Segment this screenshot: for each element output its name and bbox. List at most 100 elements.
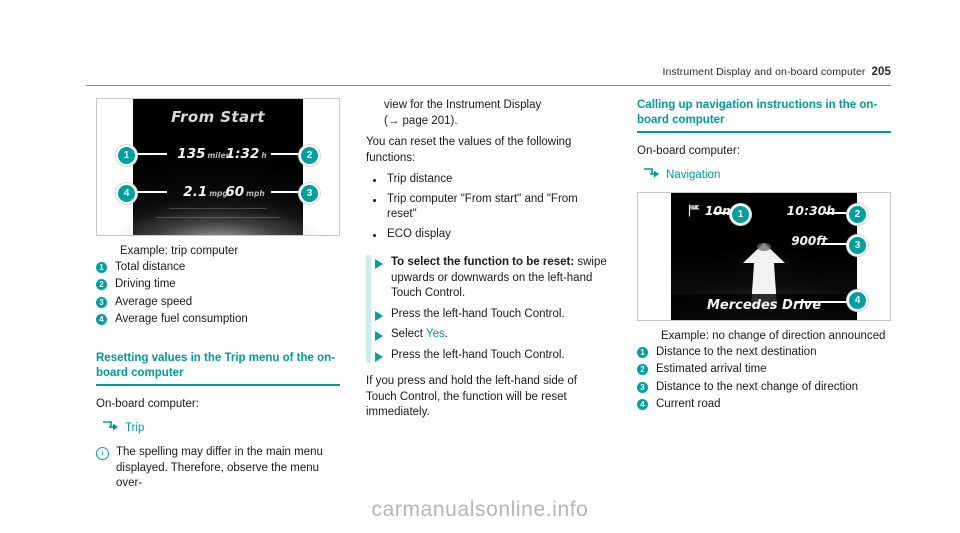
- step-bold-1: To select the function to be reset:: [391, 256, 575, 268]
- manual-page: Instrument Display and on-board computer…: [0, 0, 960, 533]
- steps-accent-bar: [366, 255, 371, 363]
- nav-legend-label-3: Distance to the next change of direction: [656, 380, 859, 393]
- legend-badge-3: 3: [96, 296, 107, 308]
- legend-item: 4 Average fuel consumption: [96, 312, 340, 327]
- step-tail-3: .: [444, 328, 448, 340]
- nav-legend-label-2: Estimated arrival time: [656, 363, 767, 376]
- heading-underline: [637, 131, 891, 133]
- onboard-computer-intro-right: On-board computer:: [637, 144, 740, 157]
- bullet-icon: [373, 179, 376, 182]
- legend-item: 2 Estimated arrival time: [637, 362, 891, 377]
- step-accent-3: Yes: [425, 328, 445, 340]
- list-item: Trip distance: [366, 172, 610, 188]
- bullet-icon: [373, 233, 376, 237]
- menu-arrow-icon: [102, 419, 119, 437]
- menu-path-navigation[interactable]: Navigation: [643, 166, 891, 184]
- onboard-computer-intro-left: On-board computer:: [96, 397, 199, 410]
- header-divider: [86, 85, 891, 86]
- nav-distance-next-turn: 900ft: [791, 234, 828, 249]
- info-icon: i: [96, 447, 109, 461]
- nav-arrival-time: 10:30h: [786, 203, 836, 219]
- legend-label-1: Total distance: [115, 260, 186, 273]
- continued-note-line2: (→ page 201).: [384, 114, 458, 127]
- step-rest-3: Select: [391, 328, 426, 340]
- reset-steps-list: To select the function to be reset: swip…: [366, 255, 610, 363]
- legend-badge-4: 4: [96, 314, 107, 325]
- nav-legend-badge-4: 4: [637, 399, 648, 411]
- legend-item: 3 Average speed: [96, 295, 340, 310]
- trip-driving-time-value: 1:32: [225, 146, 260, 162]
- navigation-instructions-heading: Calling up navigation instructions in th…: [637, 99, 878, 126]
- heading-underline: [96, 384, 340, 386]
- header-title: Instrument Display and on-board computer: [662, 66, 866, 78]
- menu-path-trip[interactable]: Trip: [102, 419, 340, 437]
- nav-callout-1: 1: [730, 204, 751, 226]
- trip-driving-time-unit: h: [261, 151, 267, 160]
- bullet-label-3: ECO display: [387, 227, 451, 240]
- spelling-note: i The spelling may differ in the main me…: [96, 445, 340, 492]
- nav-callout-4: 4: [847, 290, 868, 312]
- right-column: Calling up navigation instructions in th…: [637, 98, 891, 412]
- step-item: Select Yes.: [366, 327, 610, 343]
- step-arrow-icon: [375, 259, 383, 269]
- legend-label-2: Driving time: [115, 278, 176, 290]
- resetting-values-heading: Resetting values in the Trip menu of the…: [96, 352, 335, 379]
- nav-legend-label-1: Distance to the next destination: [656, 345, 817, 358]
- reset-intro-text: You can reset the values of the followin…: [366, 136, 572, 164]
- page-header: Instrument Display and on-board computer…: [86, 66, 891, 78]
- spelling-note-text: The spelling may differ in the main menu…: [116, 446, 323, 490]
- legend-label-3: Average speed: [115, 295, 193, 308]
- trip-callout-1: 1: [116, 145, 137, 166]
- trip-screen-title: From Start: [171, 108, 265, 126]
- site-watermark: carmanualsonline.info: [371, 498, 589, 521]
- trip-caption-title: Example: trip computer: [120, 245, 239, 257]
- page-number: 205: [871, 66, 891, 78]
- step-item: Press the left-hand Touch Control.: [366, 348, 610, 364]
- nav-legend-badge-1: 1: [637, 346, 648, 358]
- nav-callout-3: 3: [847, 235, 868, 257]
- legend-item: 2 Driving time: [96, 277, 340, 292]
- step-text-4: Press the left-hand Touch Control.: [391, 348, 565, 361]
- legend-badge-1: 1: [96, 261, 107, 273]
- step-arrow-icon: [375, 351, 383, 362]
- trip-computer-display-image: From Start 135 miles 1:32 h 2.1 mpg 60 mph: [96, 98, 340, 236]
- press-hold-note: If you press and hold the left-hand side…: [366, 375, 577, 418]
- trip-total-distance-value: 135: [177, 146, 206, 162]
- legend-item: 4 Current road: [637, 397, 891, 412]
- bullet-label-1: Trip distance: [387, 173, 453, 185]
- step-text-3: Select Yes.: [391, 327, 448, 343]
- trip-total-distance-readout: 135 miles: [177, 146, 230, 162]
- legend-label-4: Average fuel consumption: [115, 313, 248, 325]
- nav-legend-badge-2: 2: [637, 364, 648, 376]
- step-text-1: To select the function to be reset: swip…: [391, 255, 610, 302]
- menu-path-label-trip: Trip: [125, 422, 145, 435]
- bullet-label-2: Trip computer "From start" and "From res…: [387, 192, 578, 221]
- nav-caption-title: Example: no change of direction announce…: [661, 330, 886, 343]
- continued-note-line1: view for the Instrument Display: [384, 99, 542, 111]
- legend-item: 1 Distance to the next destination: [637, 345, 891, 360]
- legend-item: 3 Distance to the next change of directi…: [637, 380, 891, 395]
- trip-callout-4: 4: [116, 183, 137, 204]
- trip-callout-2: 2: [299, 145, 320, 166]
- navigation-display-image: 10mi 10:30h 900ft Mercedes Drive 1 2 3 4: [637, 192, 891, 322]
- left-column: From Start 135 miles 1:32 h 2.1 mpg 60 mph: [96, 98, 340, 492]
- bullet-icon: [373, 198, 376, 202]
- step-item: Press the left-hand Touch Control.: [366, 307, 610, 323]
- step-arrow-icon: [375, 310, 383, 321]
- trip-callout-3: 3: [299, 183, 320, 204]
- trip-screen: From Start 135 miles 1:32 h 2.1 mpg 60 mph: [97, 99, 339, 235]
- menu-path-label-navigation: Navigation: [666, 169, 721, 182]
- legend-item: 1 Total distance: [96, 260, 340, 275]
- list-item: Trip computer "From start" and "From res…: [366, 192, 610, 223]
- nav-legend-badge-3: 3: [637, 381, 648, 393]
- nav-callout-2: 2: [847, 204, 868, 226]
- trip-driving-time-readout: 1:32 h: [226, 146, 267, 162]
- middle-column: view for the Instrument Display (→ page …: [366, 98, 610, 421]
- step-text-2: Press the left-hand Touch Control.: [391, 307, 565, 320]
- nav-legend-label-4: Current road: [656, 398, 721, 411]
- step-item: To select the function to be reset: swip…: [366, 255, 610, 302]
- nav-callout-leader-4: [795, 301, 851, 304]
- list-item: ECO display: [366, 227, 610, 243]
- legend-badge-2: 2: [96, 279, 107, 290]
- menu-arrow-icon: [643, 166, 660, 184]
